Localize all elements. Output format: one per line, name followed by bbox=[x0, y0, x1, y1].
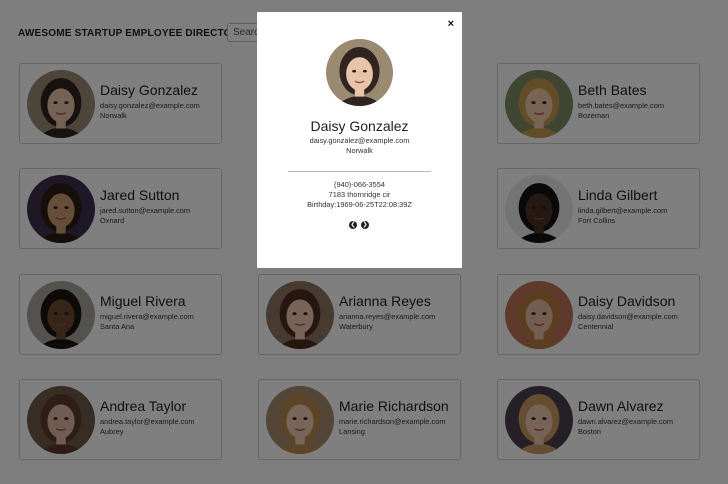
modal-phone: (940)-066-3554 bbox=[334, 180, 385, 189]
modal-avatar bbox=[326, 39, 393, 106]
directory-page: AWESOME STARTUP EMPLOYEE DIRECTORY Daisy… bbox=[0, 0, 728, 484]
close-icon[interactable]: × bbox=[448, 18, 454, 30]
modal-email: daisy.gonzalez@example.com bbox=[309, 136, 410, 145]
employee-modal: × Daisy Gonzalez daisy.gonzalez@example.… bbox=[257, 12, 462, 268]
modal-birthday: Birthday:1969-06-25T22:08:39Z bbox=[307, 200, 412, 209]
prev-arrow-icon[interactable]: ❮ bbox=[349, 221, 357, 229]
portrait-image bbox=[326, 39, 393, 106]
modal-divider bbox=[288, 171, 431, 172]
modal-name: Daisy Gonzalez bbox=[310, 118, 409, 134]
modal-city: Norwalk bbox=[346, 146, 373, 155]
modal-address: 7183 thornridge cir bbox=[328, 190, 391, 199]
next-arrow-icon[interactable]: ❯ bbox=[361, 221, 369, 229]
